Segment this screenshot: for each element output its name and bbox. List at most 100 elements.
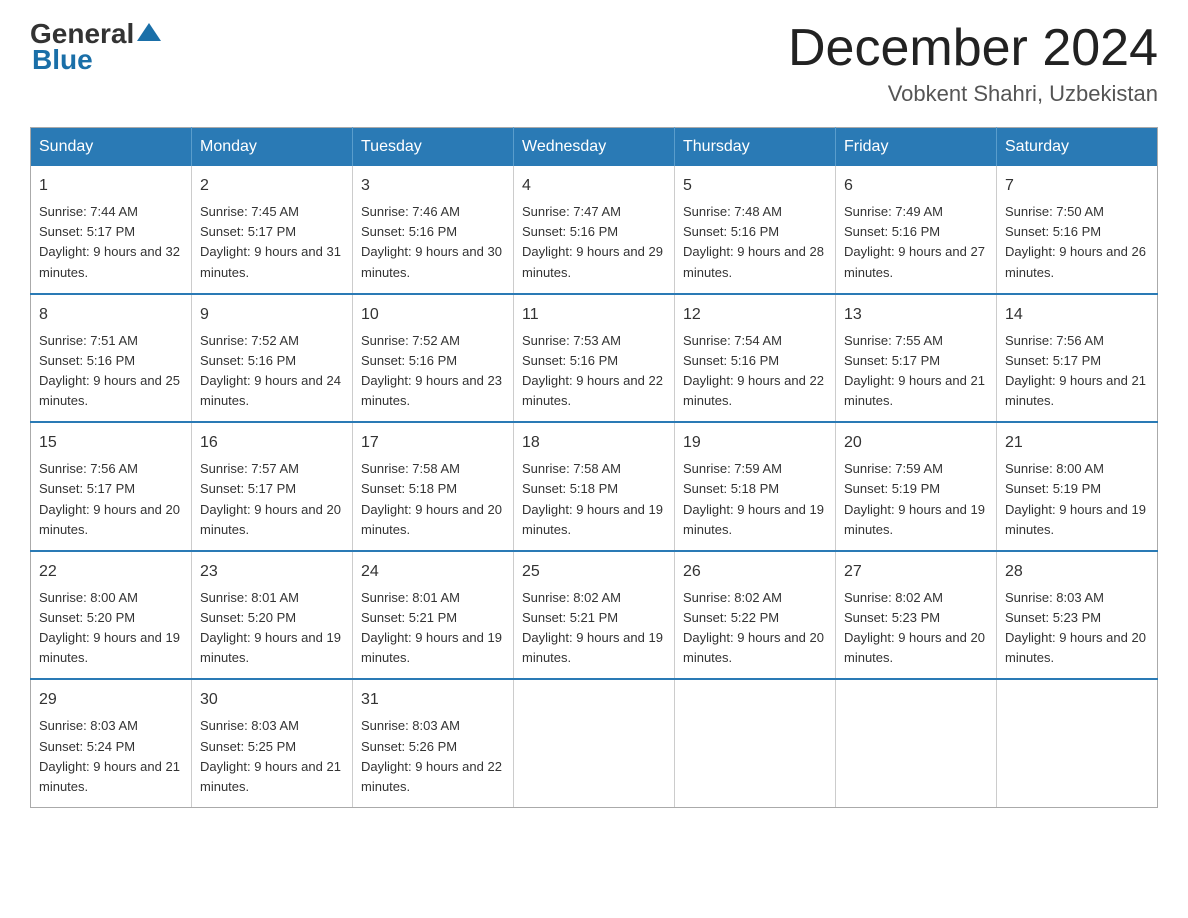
day-info: Sunrise: 7:51 AMSunset: 5:16 PMDaylight:… xyxy=(39,331,183,412)
calendar-week-row: 8 Sunrise: 7:51 AMSunset: 5:16 PMDaylight… xyxy=(31,294,1158,423)
calendar-cell: 12 Sunrise: 7:54 AMSunset: 5:16 PMDayligh… xyxy=(675,294,836,423)
location-subtitle: Vobkent Shahri, Uzbekistan xyxy=(788,81,1158,107)
calendar-cell: 3Sunrise: 7:46 AMSunset: 5:16 PMDaylight… xyxy=(353,166,514,294)
calendar-week-row: 29 Sunrise: 8:03 AMSunset: 5:24 PMDayligh… xyxy=(31,679,1158,807)
calendar-cell xyxy=(997,679,1158,807)
day-number: 9 xyxy=(200,303,344,327)
page-header: General Blue December 2024 Vobkent Shahr… xyxy=(30,20,1158,107)
day-info: Sunrise: 8:00 AMSunset: 5:20 PMDaylight:… xyxy=(39,588,183,669)
day-info: Sunrise: 7:44 AMSunset: 5:17 PMDaylight:… xyxy=(39,202,183,283)
calendar-cell: 1 Sunrise: 7:44 AMSunset: 5:17 PMDaylight… xyxy=(31,166,192,294)
calendar-cell: 5 Sunrise: 7:48 AMSunset: 5:16 PMDaylight… xyxy=(675,166,836,294)
day-info: Sunrise: 8:03 AMSunset: 5:24 PMDaylight:… xyxy=(39,716,183,797)
day-info: Sunrise: 7:48 AMSunset: 5:16 PMDaylight:… xyxy=(683,202,827,283)
calendar-cell xyxy=(514,679,675,807)
calendar-week-row: 22 Sunrise: 8:00 AMSunset: 5:20 PMDayligh… xyxy=(31,551,1158,680)
day-info: Sunrise: 8:02 AMSunset: 5:22 PMDaylight:… xyxy=(683,588,827,669)
day-number: 18 xyxy=(522,431,666,455)
logo-triangle-icon xyxy=(137,23,161,41)
day-number: 1 xyxy=(39,174,183,198)
day-info: Sunrise: 7:54 AMSunset: 5:16 PMDaylight:… xyxy=(683,331,827,412)
day-number: 5 xyxy=(683,174,827,198)
calendar-table: SundayMondayTuesdayWednesdayThursdayFrid… xyxy=(30,127,1158,808)
calendar-cell: 28 Sunrise: 8:03 AMSunset: 5:23 PMDayligh… xyxy=(997,551,1158,680)
header-day-monday: Monday xyxy=(192,128,353,167)
calendar-cell: 10Sunrise: 7:52 AMSunset: 5:16 PMDayligh… xyxy=(353,294,514,423)
day-number: 31 xyxy=(361,688,505,712)
calendar-cell: 13 Sunrise: 7:55 AMSunset: 5:17 PMDayligh… xyxy=(836,294,997,423)
calendar-cell: 19Sunrise: 7:59 AMSunset: 5:18 PMDayligh… xyxy=(675,422,836,551)
day-number: 27 xyxy=(844,560,988,584)
day-number: 6 xyxy=(844,174,988,198)
day-info: Sunrise: 7:56 AMSunset: 5:17 PMDaylight:… xyxy=(39,459,183,540)
calendar-cell: 21 Sunrise: 8:00 AMSunset: 5:19 PMDayligh… xyxy=(997,422,1158,551)
day-info: Sunrise: 7:47 AMSunset: 5:16 PMDaylight:… xyxy=(522,202,666,283)
calendar-cell: 2 Sunrise: 7:45 AMSunset: 5:17 PMDaylight… xyxy=(192,166,353,294)
day-info: Sunrise: 7:55 AMSunset: 5:17 PMDaylight:… xyxy=(844,331,988,412)
calendar-cell: 22 Sunrise: 8:00 AMSunset: 5:20 PMDayligh… xyxy=(31,551,192,680)
calendar-cell: 15 Sunrise: 7:56 AMSunset: 5:17 PMDayligh… xyxy=(31,422,192,551)
day-info: Sunrise: 7:56 AMSunset: 5:17 PMDaylight:… xyxy=(1005,331,1149,412)
header-day-friday: Friday xyxy=(836,128,997,167)
day-number: 8 xyxy=(39,303,183,327)
day-number: 19 xyxy=(683,431,827,455)
day-number: 14 xyxy=(1005,303,1149,327)
header-day-saturday: Saturday xyxy=(997,128,1158,167)
day-number: 20 xyxy=(844,431,988,455)
day-info: Sunrise: 7:58 AMSunset: 5:18 PMDaylight:… xyxy=(361,459,505,540)
calendar-cell: 31 Sunrise: 8:03 AMSunset: 5:26 PMDayligh… xyxy=(353,679,514,807)
calendar-cell: 20Sunrise: 7:59 AMSunset: 5:19 PMDayligh… xyxy=(836,422,997,551)
calendar-cell: 30Sunrise: 8:03 AMSunset: 5:25 PMDayligh… xyxy=(192,679,353,807)
day-number: 2 xyxy=(200,174,344,198)
day-number: 3 xyxy=(361,174,505,198)
day-number: 26 xyxy=(683,560,827,584)
header-day-tuesday: Tuesday xyxy=(353,128,514,167)
day-info: Sunrise: 7:50 AMSunset: 5:16 PMDaylight:… xyxy=(1005,202,1149,283)
day-info: Sunrise: 7:53 AMSunset: 5:16 PMDaylight:… xyxy=(522,331,666,412)
day-info: Sunrise: 8:00 AMSunset: 5:19 PMDaylight:… xyxy=(1005,459,1149,540)
day-number: 23 xyxy=(200,560,344,584)
day-number: 13 xyxy=(844,303,988,327)
day-info: Sunrise: 7:58 AMSunset: 5:18 PMDaylight:… xyxy=(522,459,666,540)
day-info: Sunrise: 8:01 AMSunset: 5:20 PMDaylight:… xyxy=(200,588,344,669)
day-info: Sunrise: 8:02 AMSunset: 5:23 PMDaylight:… xyxy=(844,588,988,669)
day-info: Sunrise: 7:52 AMSunset: 5:16 PMDaylight:… xyxy=(200,331,344,412)
calendar-cell: 26 Sunrise: 8:02 AMSunset: 5:22 PMDayligh… xyxy=(675,551,836,680)
day-number: 25 xyxy=(522,560,666,584)
month-title: December 2024 xyxy=(788,20,1158,77)
calendar-cell xyxy=(836,679,997,807)
calendar-cell: 6 Sunrise: 7:49 AMSunset: 5:16 PMDaylight… xyxy=(836,166,997,294)
header-row: SundayMondayTuesdayWednesdayThursdayFrid… xyxy=(31,128,1158,167)
day-info: Sunrise: 8:03 AMSunset: 5:26 PMDaylight:… xyxy=(361,716,505,797)
day-info: Sunrise: 7:49 AMSunset: 5:16 PMDaylight:… xyxy=(844,202,988,283)
day-number: 12 xyxy=(683,303,827,327)
calendar-cell: 9 Sunrise: 7:52 AMSunset: 5:16 PMDaylight… xyxy=(192,294,353,423)
day-number: 24 xyxy=(361,560,505,584)
calendar-cell: 18 Sunrise: 7:58 AMSunset: 5:18 PMDayligh… xyxy=(514,422,675,551)
calendar-cell: 25Sunrise: 8:02 AMSunset: 5:21 PMDayligh… xyxy=(514,551,675,680)
calendar-cell: 7Sunrise: 7:50 AMSunset: 5:16 PMDaylight… xyxy=(997,166,1158,294)
calendar-body: 1 Sunrise: 7:44 AMSunset: 5:17 PMDaylight… xyxy=(31,166,1158,807)
logo: General Blue xyxy=(30,20,161,76)
title-block: December 2024 Vobkent Shahri, Uzbekistan xyxy=(788,20,1158,107)
day-info: Sunrise: 8:03 AMSunset: 5:23 PMDaylight:… xyxy=(1005,588,1149,669)
calendar-cell: 8 Sunrise: 7:51 AMSunset: 5:16 PMDaylight… xyxy=(31,294,192,423)
calendar-header: SundayMondayTuesdayWednesdayThursdayFrid… xyxy=(31,128,1158,167)
calendar-cell: 27 Sunrise: 8:02 AMSunset: 5:23 PMDayligh… xyxy=(836,551,997,680)
calendar-cell: 24Sunrise: 8:01 AMSunset: 5:21 PMDayligh… xyxy=(353,551,514,680)
day-number: 16 xyxy=(200,431,344,455)
calendar-cell: 4 Sunrise: 7:47 AMSunset: 5:16 PMDaylight… xyxy=(514,166,675,294)
header-day-sunday: Sunday xyxy=(31,128,192,167)
day-number: 28 xyxy=(1005,560,1149,584)
day-number: 17 xyxy=(361,431,505,455)
header-day-wednesday: Wednesday xyxy=(514,128,675,167)
calendar-cell xyxy=(675,679,836,807)
day-number: 4 xyxy=(522,174,666,198)
day-number: 22 xyxy=(39,560,183,584)
day-info: Sunrise: 7:45 AMSunset: 5:17 PMDaylight:… xyxy=(200,202,344,283)
day-number: 29 xyxy=(39,688,183,712)
calendar-cell: 16Sunrise: 7:57 AMSunset: 5:17 PMDayligh… xyxy=(192,422,353,551)
calendar-week-row: 1 Sunrise: 7:44 AMSunset: 5:17 PMDaylight… xyxy=(31,166,1158,294)
day-number: 15 xyxy=(39,431,183,455)
day-number: 21 xyxy=(1005,431,1149,455)
